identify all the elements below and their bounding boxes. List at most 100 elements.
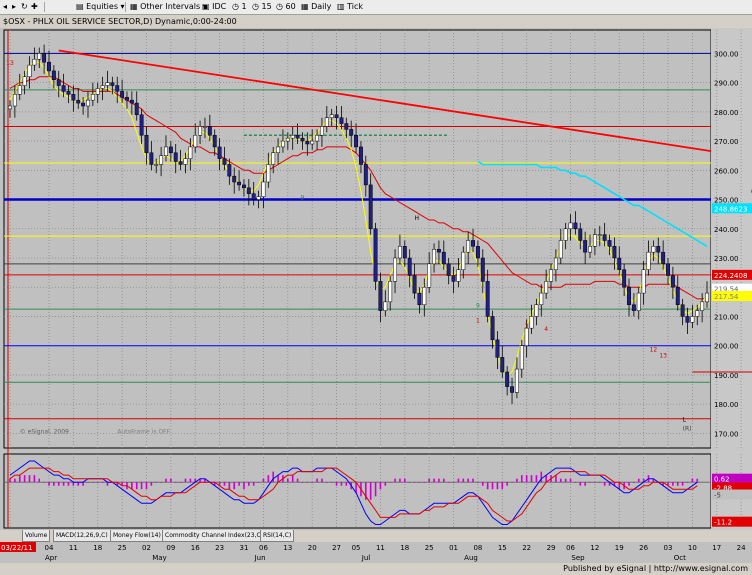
x-day-label: 10: [688, 544, 697, 552]
candle-body: [412, 275, 417, 294]
tab-macd[interactable]: MACD(12,26,9,C): [53, 530, 111, 542]
sequence-count-label: 9: [301, 195, 305, 202]
candle-body: [354, 134, 359, 148]
candle-body: [334, 114, 339, 118]
macd-histogram-bar: [272, 471, 275, 483]
forward-icon[interactable]: ▸: [12, 1, 16, 13]
tab-money-flow[interactable]: Money Flow(14): [110, 530, 164, 542]
x-day-label: 12: [590, 544, 599, 552]
candle-body: [553, 257, 558, 270]
macd-histogram-bar: [330, 482, 333, 483]
candle-body: [685, 316, 690, 323]
macd-histogram-bar: [106, 482, 109, 486]
macd-histogram-bar: [101, 482, 104, 483]
candle-body: [427, 263, 432, 288]
x-day-label: 11: [376, 544, 385, 552]
interval-1-button[interactable]: ◷ 1: [232, 1, 247, 13]
x-day-label: 01: [449, 544, 458, 552]
candle-body: [344, 123, 349, 130]
candle-body: [607, 240, 612, 247]
interval-60-button[interactable]: ◷ 60: [276, 1, 296, 13]
candle-body: [451, 275, 456, 282]
candle-body: [105, 82, 110, 86]
macd-histogram-bar: [135, 482, 138, 490]
idc-icon: ▣: [202, 2, 210, 11]
macd-histogram-bar: [569, 478, 572, 483]
macd-histogram-bar: [501, 482, 504, 490]
macd-histogram-bar: [506, 482, 508, 486]
macd-histogram-bar: [433, 478, 435, 483]
candle-body: [32, 58, 37, 66]
macd-histogram-bar: [262, 478, 265, 483]
candle-body: [139, 114, 144, 136]
candle-body: [485, 281, 490, 317]
macd-histogram-bar: [9, 478, 11, 483]
macd-histogram-bar: [428, 478, 430, 483]
macd-histogram-bar: [257, 482, 260, 483]
macd-histogram-bar: [170, 478, 172, 483]
x-day-label: 02: [142, 544, 151, 552]
tick-icon: ▥: [337, 2, 345, 11]
interval-15-button[interactable]: ◷ 15: [252, 1, 272, 13]
candle-body: [198, 126, 203, 136]
candle-body: [222, 158, 227, 165]
macd-histogram-bar: [140, 482, 143, 490]
price-label: 217.54: [714, 293, 739, 301]
macd-histogram-bar: [321, 478, 323, 483]
candle-body: [339, 117, 344, 124]
tab-rsi[interactable]: RSI(14,C): [260, 530, 295, 542]
y-tick-label: 280.00: [714, 109, 739, 117]
back-icon[interactable]: ◂: [3, 1, 7, 13]
macd-histogram-bar: [53, 482, 55, 486]
tick-button[interactable]: ▥ Tick: [337, 1, 363, 13]
candle-body: [573, 222, 578, 230]
candle-body: [173, 152, 178, 162]
sequence-count-label: 12: [650, 347, 658, 354]
tab-volume[interactable]: Volume: [22, 530, 51, 542]
candle-body: [363, 164, 368, 186]
x-day-label: 05: [352, 544, 361, 552]
candle-body: [276, 146, 281, 154]
idc-button[interactable]: ▣ IDC: [202, 1, 226, 13]
candle-body: [134, 102, 139, 116]
macd-histogram-bar: [277, 475, 279, 483]
price-chart[interactable]: 13134121391013999OverBought (Frame: 64)H…: [0, 28, 752, 530]
macd-histogram-bar: [384, 482, 387, 486]
plus-icon[interactable]: ✚: [31, 1, 38, 13]
candle-body: [641, 269, 646, 294]
candle-body: [261, 181, 266, 197]
macd-histogram-bar: [467, 478, 469, 483]
x-day-label: 27: [332, 544, 341, 552]
macd-histogram-bar: [457, 478, 460, 483]
refresh-icon[interactable]: ↻: [21, 1, 28, 13]
macd-histogram-bar: [579, 482, 582, 486]
y-tick-label: 200.00: [714, 343, 739, 351]
candle-body: [12, 94, 17, 107]
macd-histogram-bar: [637, 478, 640, 483]
candle-body: [100, 85, 105, 89]
x-day-label: 18: [400, 544, 409, 552]
other-intervals-menu[interactable]: ▦ Other Intervals ▾: [130, 1, 207, 13]
study-tabs: Volume MACD(12,26,9,C) Money Flow(14) Co…: [0, 530, 752, 542]
candle-body: [256, 196, 261, 200]
sequence-count-label: 1: [476, 317, 480, 324]
macd-histogram-bar: [248, 482, 250, 486]
macd-histogram-bar: [228, 482, 231, 490]
candle-body: [529, 316, 534, 329]
candle-body: [310, 140, 315, 145]
macd-histogram-bar: [672, 482, 674, 486]
candle-body: [471, 240, 475, 247]
tab-cci[interactable]: Commodity Channel Index(23,C): [162, 530, 266, 542]
candle-body: [164, 146, 168, 156]
equities-icon: ▤: [76, 2, 84, 11]
equities-menu[interactable]: ▤ Equities ▾: [76, 1, 125, 13]
macd-histogram-bar: [462, 478, 465, 483]
daily-button[interactable]: ▦ Daily: [301, 1, 331, 13]
macd-histogram-bar: [496, 482, 499, 490]
x-day-label: 22: [522, 544, 531, 552]
x-day-label: 09: [166, 544, 175, 552]
y-tick-label: 300.00: [714, 50, 739, 58]
candle-body: [324, 117, 329, 127]
candle-body: [510, 386, 514, 393]
chart-annotation: (R): [683, 425, 692, 432]
